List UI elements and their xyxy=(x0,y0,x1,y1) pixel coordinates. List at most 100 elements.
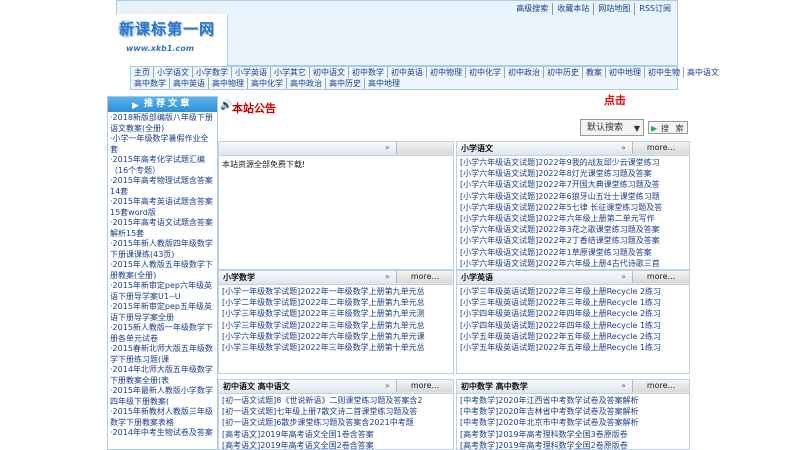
list-item[interactable]: [中考数学]2020年吉林省中考数学试卷及答案解析 xyxy=(460,406,687,417)
list-item[interactable]: ·2015春新北师大版五年级数学下册练习题(课 xyxy=(110,344,215,365)
nav-item[interactable]: 高中化学 xyxy=(247,78,286,89)
list-item[interactable]: [小学六年级语文试题]2022年9我的战友邱少云课堂练习 xyxy=(460,157,687,168)
list-item[interactable]: ·2015年高考英语试题含答案15套word版 xyxy=(110,197,215,218)
nav-item[interactable]: 高中数学 xyxy=(131,78,169,89)
list-item[interactable]: ·2018新版部编版八年级下册语文教案(全册) xyxy=(110,113,215,134)
list-item[interactable]: ·2015新人教版一年级数学下册各单元试卷 xyxy=(110,323,215,344)
list-item[interactable]: ·2014年北师大版五年级数学下册教案全册(表 xyxy=(110,365,215,386)
list-item[interactable]: [小学三年级数学试题]2022年三年级数学上册第十单元总 xyxy=(222,342,451,353)
more-button[interactable]: more... xyxy=(385,380,453,392)
notice-bar: 🔊 本站公告 点击 xyxy=(218,94,688,116)
list-item[interactable]: [初一语文试题]8《世说新语》二则课堂练习题及答案含2 xyxy=(222,395,451,406)
chevron-down-icon: ▼ xyxy=(633,124,640,133)
nav-row-1: 主页 小学语文 小学数学 小学英语 小学其它 初中语文 初中数学 初中英语 初中… xyxy=(131,67,719,78)
top-link-advanced-search[interactable]: 高级搜索 xyxy=(512,3,552,15)
list-item[interactable]: [小学六年级语文试题]2022年六年级上册第二单元写作 xyxy=(460,213,687,224)
list-item[interactable]: [高考语文]2019年高考语文全国1卷含答案 xyxy=(222,429,451,440)
nav-item[interactable]: 高中政治 xyxy=(286,78,325,89)
nav-item[interactable]: 小学英语 xyxy=(231,67,270,78)
list-item[interactable]: [小学六年级数学试题]2022年六年级数学上册第九单元课 xyxy=(222,331,451,342)
nav-item[interactable]: 初中化学 xyxy=(465,67,504,78)
nav-item[interactable]: 高中语文 xyxy=(683,67,722,78)
nav-item[interactable]: 初中英语 xyxy=(387,67,426,78)
nav-item[interactable]: 初中物理 xyxy=(426,67,465,78)
list-item[interactable]: [高考语文]2019年高考语文全国2卷含答案 xyxy=(222,440,451,449)
list-item[interactable]: [小学六年级语文试题]2022年2丁香结课堂练习题及答案 xyxy=(460,235,687,246)
site-logo[interactable]: 新课标第一网 www.xkb1.com xyxy=(116,14,228,66)
list-item[interactable]: [小学四年级英语试题]2022年四年级上册Recycle 2练习 xyxy=(460,308,687,319)
top-link-bookmark[interactable]: 收藏本站 xyxy=(552,3,593,15)
logo-url: www.xkb1.com xyxy=(126,44,195,53)
more-button[interactable]: more... xyxy=(621,380,689,392)
list-item[interactable]: [小学六年级语文试题]2022年六年级上册4古代诗歌三首 xyxy=(460,258,687,269)
list-item[interactable]: [小学三年级英语试题]2022年三年级上册Recycle 1练习 xyxy=(460,297,687,308)
box-xiaoxue-yuwen: 小学语文 more... [小学六年级语文试题]2022年9我的战友邱少云课堂练… xyxy=(456,141,690,270)
list-item[interactable]: ·2015年新人教版四年级数学下册课课练(43页) xyxy=(110,239,215,260)
list-item[interactable]: [小学六年级语文试题]2022年5七律 长征课堂练习题及答 xyxy=(460,202,687,213)
list-item[interactable]: [小学三年级数学试题]2022年三年级数学上册第九单元测 xyxy=(222,308,451,319)
list-item[interactable]: [初一语文试题]6散步课堂练习题及答案含2021中考题 xyxy=(222,417,451,428)
top-link-sitemap[interactable]: 网站地图 xyxy=(593,3,634,15)
nav-item[interactable]: 小学语文 xyxy=(153,67,192,78)
list-item[interactable]: [小学五年级英语试题]2022年五年级上册Recycle 2练习 xyxy=(460,331,687,342)
main-nav: 主页 小学语文 小学数学 小学英语 小学其它 初中语文 初中数学 初中英语 初中… xyxy=(130,66,719,90)
list-item[interactable]: [高考数学]2019年高考理科数学全国3卷原版卷 xyxy=(460,429,687,440)
list-item[interactable]: ·2015年新审定pep五年级英语下册导学案全册 xyxy=(110,302,215,323)
search-type-value: 默认搜索 xyxy=(587,123,624,133)
nav-item[interactable]: 初中政治 xyxy=(504,67,543,78)
list-item[interactable]: ·2015年最新人教版小学数学四年级下册教案( xyxy=(110,386,215,407)
list-item[interactable]: [小学六年级语文试题]2022年3花之歌课堂练习题及答案 xyxy=(460,224,687,235)
list-item[interactable]: ·2015年新审定pep六年级英语下册导学案U1--U xyxy=(110,281,215,302)
recommended-header: ▶ 推 荐 文 章 xyxy=(108,97,217,112)
nav-item[interactable]: 高中英语 xyxy=(169,78,208,89)
list-item[interactable]: [小学六年级语文试题]2022年6狼牙山五壮士课堂练习题 xyxy=(460,191,687,202)
nav-item[interactable]: 初中地理 xyxy=(605,67,644,78)
list-item[interactable]: ·2014年中考生物试卷及答案 xyxy=(110,428,215,439)
list-item[interactable]: [小学四年级英语试题]2022年四年级上册Recycle 1练习 xyxy=(460,320,687,331)
nav-item[interactable]: 初中生物 xyxy=(644,67,683,78)
nav-item[interactable]: 高中物理 xyxy=(208,78,247,89)
nav-item[interactable]: 小学数学 xyxy=(192,67,231,78)
list-item[interactable]: [初一语文试题]七年级上册7散文诗二首课堂练习题及答 xyxy=(222,406,451,417)
nav-item[interactable]: 初中数学 xyxy=(348,67,387,78)
box-header: 小学数学 more... xyxy=(219,271,453,285)
box-list: [中考数学]2020年江西省中考数学试卷及答案解析 [中考数学]2020年吉林省… xyxy=(457,394,689,449)
box-title: 小学数学 xyxy=(223,273,255,282)
nav-item[interactable]: 小学其它 xyxy=(270,67,309,78)
list-item[interactable]: ·2015年新教材人教版三年级数学下册教案表格 xyxy=(110,407,215,428)
nav-item[interactable]: 教案 xyxy=(582,67,605,78)
box-list: [小学六年级语文试题]2022年9我的战友邱少云课堂练习 [小学六年级语文试题]… xyxy=(457,156,689,269)
more-button[interactable]: more... xyxy=(621,142,689,154)
list-item[interactable]: ·2015年高考化学试题汇编（16个专题） xyxy=(110,155,215,176)
nav-item[interactable]: 高中地理 xyxy=(364,78,403,89)
list-item[interactable]: ·2015年高考物理试题含答案14套 xyxy=(110,176,215,197)
list-item[interactable]: ·小学一年级数学暑假作业全套 xyxy=(110,134,215,155)
list-item[interactable]: [小学二年级数学试题]2022年二年级数学上册第九单元总 xyxy=(222,297,451,308)
nav-item[interactable]: 初中历史 xyxy=(543,67,582,78)
notice-more-button[interactable] xyxy=(385,142,453,154)
list-item[interactable]: [小学三年级数学试题]2022年三年级数学上册第九单元总 xyxy=(222,320,451,331)
list-item[interactable]: [小学六年级语文试题]2022年8灯光课堂练习题及答案 xyxy=(460,168,687,179)
list-item[interactable]: [小学五年级英语试题]2022年五年级上册Recycle 1练习 xyxy=(460,342,687,353)
more-button[interactable]: more... xyxy=(621,271,689,283)
search-type-select[interactable]: 默认搜索 ▼ xyxy=(580,119,644,136)
top-link-rss[interactable]: RSS订阅 xyxy=(634,3,675,15)
more-button[interactable]: more... xyxy=(385,271,453,283)
notice-marquee[interactable]: 点击 xyxy=(604,92,634,108)
list-item[interactable]: ·2015年高考语文试题含答案解析15套 xyxy=(110,218,215,239)
list-item[interactable]: [中考数学]2020年江西省中考数学试卷及答案解析 xyxy=(460,395,687,406)
list-item[interactable]: [小学六年级语文试题]2022年7开国大典课堂练习题及答 xyxy=(460,179,687,190)
nav-row-2: 高中数学 高中英语 高中物理 高中化学 高中政治 高中历史 高中地理 xyxy=(131,78,677,89)
box-title: 小学语文 xyxy=(461,144,493,153)
search-button[interactable]: ▶ 搜 索 xyxy=(648,121,688,134)
list-item[interactable]: [小学三年级英语试题]2022年三年级上册Recycle 2练习 xyxy=(460,286,687,297)
list-item[interactable]: [小学一年级数学试题]2022年一年级数学上册第九单元总 xyxy=(222,286,451,297)
nav-item[interactable]: 高中历史 xyxy=(325,78,364,89)
list-item[interactable]: [高考数学]2019年高考理科数学全国2卷原版卷 xyxy=(460,440,687,449)
list-item[interactable]: [中考数学]2020年北京市中考数学试卷及答案解析 xyxy=(460,417,687,428)
logo-text: 新课标第一网 xyxy=(119,20,216,38)
list-item[interactable]: [小学六年级语文试题]2022年1草原课堂练习题及答案 xyxy=(460,247,687,258)
nav-item[interactable]: 主页 xyxy=(131,67,153,78)
nav-item[interactable]: 初中语文 xyxy=(309,67,348,78)
list-item[interactable]: ·2015年人教版五年级数学下册教案(全册) xyxy=(110,260,215,281)
